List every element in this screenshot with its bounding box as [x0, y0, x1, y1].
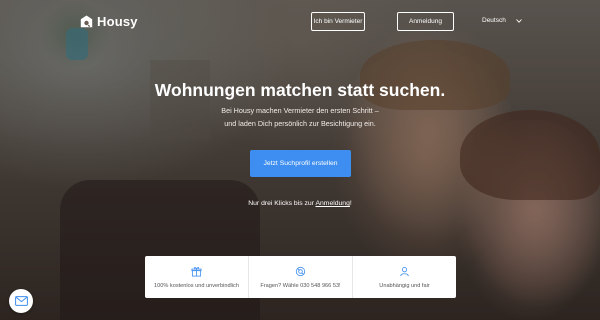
feature-free-text: 100% kostenlos und unverbindlich	[154, 282, 239, 289]
hero-subtitle-line-1: Bei Housy machen Vermieter den ersten Sc…	[221, 106, 379, 115]
housy-logo-icon	[80, 15, 93, 28]
login-button[interactable]: Anmeldung	[397, 12, 454, 31]
contact-chat-button[interactable]	[9, 289, 33, 313]
brand-name: Housy	[97, 14, 138, 29]
feature-phone[interactable]: Fragen? Wähle 030 548 966 53!	[249, 256, 353, 298]
signup-link[interactable]: Anmeldung	[315, 200, 349, 207]
chevron-down-icon	[516, 18, 522, 23]
signup-hint-prefix: Nur drei Klicks bis zur	[248, 200, 316, 207]
support-icon	[295, 266, 306, 276]
signup-hint-suffix: !	[349, 200, 352, 207]
hero-subtitle-line-2: und laden Dich persönlich zur Besichtigu…	[224, 119, 376, 128]
language-selector[interactable]: Deutsch	[482, 17, 522, 24]
feature-bar: 100% kostenlos und unverbindlich Fragen?…	[145, 256, 456, 298]
signup-hint: Nur drei Klicks bis zur Anmeldung!	[0, 200, 600, 207]
feature-fair: Unabhängig und fair	[353, 256, 456, 298]
hero-title: Wohnungen matchen statt suchen.	[154, 80, 446, 100]
user-icon	[400, 266, 409, 276]
create-search-profile-button[interactable]: Jetzt Suchprofil erstellen	[250, 150, 351, 177]
feature-phone-text: Fragen? Wähle 030 548 966 53!	[260, 282, 341, 289]
hero-subtitle: Bei Housy machen Vermieter den ersten Sc…	[0, 104, 600, 130]
feature-fair-text: Unabhängig und fair	[379, 282, 430, 289]
language-label: Deutsch	[482, 17, 506, 24]
mail-icon	[14, 296, 28, 306]
gift-icon	[191, 266, 202, 276]
brand-logo[interactable]: Housy	[80, 14, 138, 29]
landlord-button[interactable]: Ich bin Vermieter	[311, 12, 365, 31]
feature-free: 100% kostenlos und unverbindlich	[145, 256, 249, 298]
top-navigation: Housy Ich bin Vermieter Anmeldung Deutsc…	[0, 0, 600, 44]
